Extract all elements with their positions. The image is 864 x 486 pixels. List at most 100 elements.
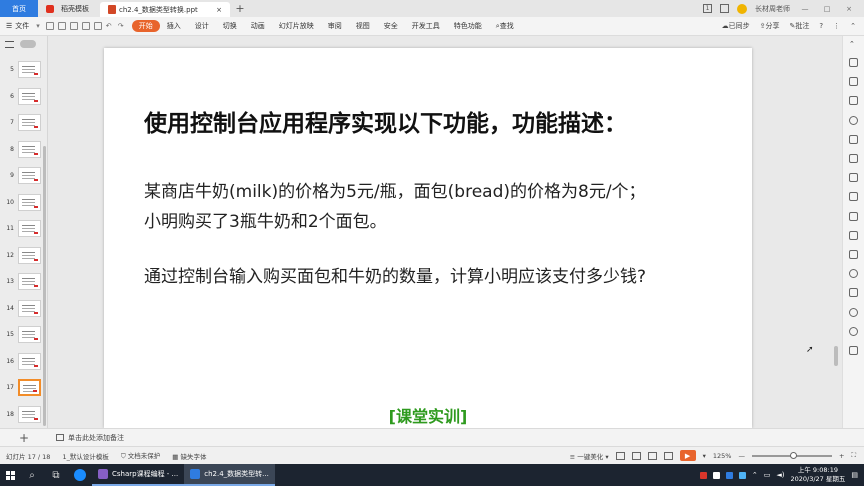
task-view-icon[interactable]: ⧉ — [44, 464, 68, 486]
close-window-button[interactable]: × — [842, 5, 856, 13]
add-slide-button[interactable]: + — [0, 431, 48, 445]
slide-thumbnail[interactable]: 5 — [0, 58, 48, 85]
menu-insert[interactable]: 插入 — [160, 21, 188, 31]
slide-thumbnail-image[interactable] — [18, 379, 41, 396]
menu-developer[interactable]: 开发工具 — [405, 21, 447, 31]
tray-app-icon[interactable] — [738, 471, 746, 479]
grid-icon[interactable] — [849, 135, 858, 144]
slide-thumbnail[interactable]: 8 — [0, 138, 48, 165]
user-name[interactable]: 长材周老师 — [755, 4, 790, 14]
slide-thumbnail[interactable]: 17 — [0, 376, 48, 403]
table-icon[interactable] — [849, 212, 858, 221]
print-icon[interactable] — [57, 22, 66, 30]
slide-title[interactable]: 使用控制台应用程序实现以下功能，功能描述： — [144, 104, 627, 138]
share-button[interactable]: ⇪分享 — [760, 21, 780, 31]
start-button[interactable] — [0, 464, 20, 486]
slide-thumbnail-image[interactable] — [18, 246, 41, 264]
menu-transition[interactable]: 切换 — [216, 21, 244, 31]
tab-document[interactable]: ch2.4_数据类型转换.ppt × — [100, 2, 230, 17]
scrollbar-thumb[interactable] — [834, 346, 838, 366]
picture-icon[interactable] — [849, 250, 858, 259]
slide-thumbnail-image[interactable] — [18, 326, 41, 343]
slide-footer-label[interactable]: [课堂实训] — [104, 403, 752, 427]
slide-thumbnail-image[interactable] — [18, 405, 41, 423]
copy-icon[interactable] — [849, 77, 858, 86]
page-count-icon[interactable]: 1 — [703, 4, 712, 13]
slide-thumbnail-image[interactable] — [18, 273, 41, 290]
slide-text-line-1[interactable]: 某商店牛奶(milk)的价格为5元/瓶，面包(bread)的价格为8元/个； — [144, 177, 646, 202]
minimize-button[interactable]: — — [798, 5, 812, 13]
layout-icon[interactable] — [720, 4, 729, 13]
slide-thumbnail[interactable]: 13 — [0, 270, 48, 297]
slide-thumbnail[interactable]: 11 — [0, 217, 48, 244]
close-tab-icon[interactable]: × — [216, 6, 222, 14]
tray-app-icon[interactable] — [725, 471, 733, 479]
taskbar-app-visual-studio[interactable]: Csharp课程编程 - ... — [92, 464, 185, 486]
menu-animation[interactable]: 动画 — [244, 21, 272, 31]
history-icon[interactable] — [849, 308, 858, 317]
thumbnail-view-toggle[interactable] — [20, 40, 36, 48]
sync-status[interactable]: ☁已同步 — [722, 21, 750, 31]
menu-home[interactable]: 开始 — [131, 20, 160, 32]
slide-thumbnail[interactable]: 15 — [0, 323, 48, 350]
slide-thumbnail[interactable]: 18 — [0, 403, 48, 430]
tray-app-icon[interactable] — [699, 471, 707, 479]
text-icon[interactable] — [849, 173, 858, 182]
menu-security[interactable]: 安全 — [377, 21, 405, 31]
menu-features[interactable]: 特色功能 — [447, 21, 489, 31]
slide-thumbnail-image[interactable] — [18, 299, 41, 317]
fit-window-icon[interactable]: ⛶ — [851, 451, 856, 460]
chart-icon[interactable] — [849, 154, 858, 163]
menu-file[interactable]: 文件 — [15, 21, 36, 31]
notification-icon[interactable]: ▤ — [851, 471, 858, 479]
new-tab-button[interactable]: + — [230, 0, 250, 17]
avatar[interactable] — [737, 3, 747, 14]
tab-home[interactable]: 首页 — [0, 0, 38, 17]
slide-thumbnail[interactable]: 12 — [0, 244, 48, 271]
template-name[interactable]: 1_默认设计模板 — [62, 451, 108, 461]
audio-icon[interactable] — [849, 269, 858, 278]
help-icon[interactable] — [849, 327, 858, 336]
location-icon[interactable] — [849, 116, 858, 125]
slide-thumbnail[interactable]: 9 — [0, 164, 48, 191]
thumbnail-scrollbar[interactable] — [43, 146, 46, 426]
undo-icon[interactable]: ↶ — [106, 22, 114, 30]
slide-thumbnail-image[interactable] — [18, 193, 41, 211]
search-button[interactable]: ⌕查找 — [489, 21, 521, 31]
menu-slideshow[interactable]: 幻灯片放映 — [272, 21, 321, 31]
volume-icon[interactable]: ◄) — [776, 471, 784, 479]
tab-template[interactable]: 稻壳模板 — [38, 0, 100, 17]
normal-view-icon[interactable] — [615, 451, 625, 460]
slide-thumbnail[interactable]: 7 — [0, 111, 48, 138]
play-slideshow-button[interactable]: ▶ — [679, 450, 696, 461]
outline-view-icon[interactable] — [5, 40, 14, 48]
collapse-ribbon-icon[interactable]: ⌃ — [850, 22, 856, 30]
slide-thumbnail[interactable]: 14 — [0, 297, 48, 324]
shape-icon[interactable] — [849, 288, 858, 297]
export-icon[interactable] — [69, 22, 78, 30]
sorter-view-icon[interactable] — [631, 451, 641, 460]
protection-status[interactable]: ⛉ 文档未保护 — [121, 450, 160, 461]
more-icon[interactable]: ⋮ — [833, 22, 840, 30]
menu-review[interactable]: 审阅 — [321, 21, 349, 31]
clock[interactable]: 上午 9:08:19 2020/3/27 星期五 — [790, 466, 845, 484]
slide-thumbnail[interactable]: 6 — [0, 85, 48, 112]
zoom-level[interactable]: 125% — [713, 452, 732, 460]
taskbar-app-wps[interactable]: ch2.4_数据类型转... — [184, 464, 275, 486]
share-out-icon[interactable] — [849, 192, 858, 201]
missing-font[interactable]: ▦ 缺失字体 — [172, 451, 206, 461]
play-options-icon[interactable]: ▾ — [703, 452, 706, 460]
slide-thumbnail-image[interactable] — [18, 352, 41, 370]
browser-icon[interactable] — [68, 464, 92, 486]
image-icon[interactable] — [849, 96, 858, 105]
zoom-slider[interactable] — [751, 451, 832, 459]
slide-thumbnail[interactable]: 16 — [0, 350, 48, 377]
slide-thumbnail-image[interactable] — [18, 114, 41, 131]
slide-thumbnail-image[interactable] — [18, 220, 41, 237]
menu-design[interactable]: 设计 — [188, 21, 216, 31]
slide-text-line-2[interactable]: 小明购买了3瓶牛奶和2个面包。 — [144, 207, 387, 232]
reading-view-icon[interactable] — [647, 451, 657, 460]
beautify-button[interactable]: ≡ 一键美化 ▾ — [570, 451, 609, 461]
network-icon[interactable]: ▭ — [764, 471, 771, 479]
comment-button[interactable]: ✎批注 — [790, 21, 810, 31]
